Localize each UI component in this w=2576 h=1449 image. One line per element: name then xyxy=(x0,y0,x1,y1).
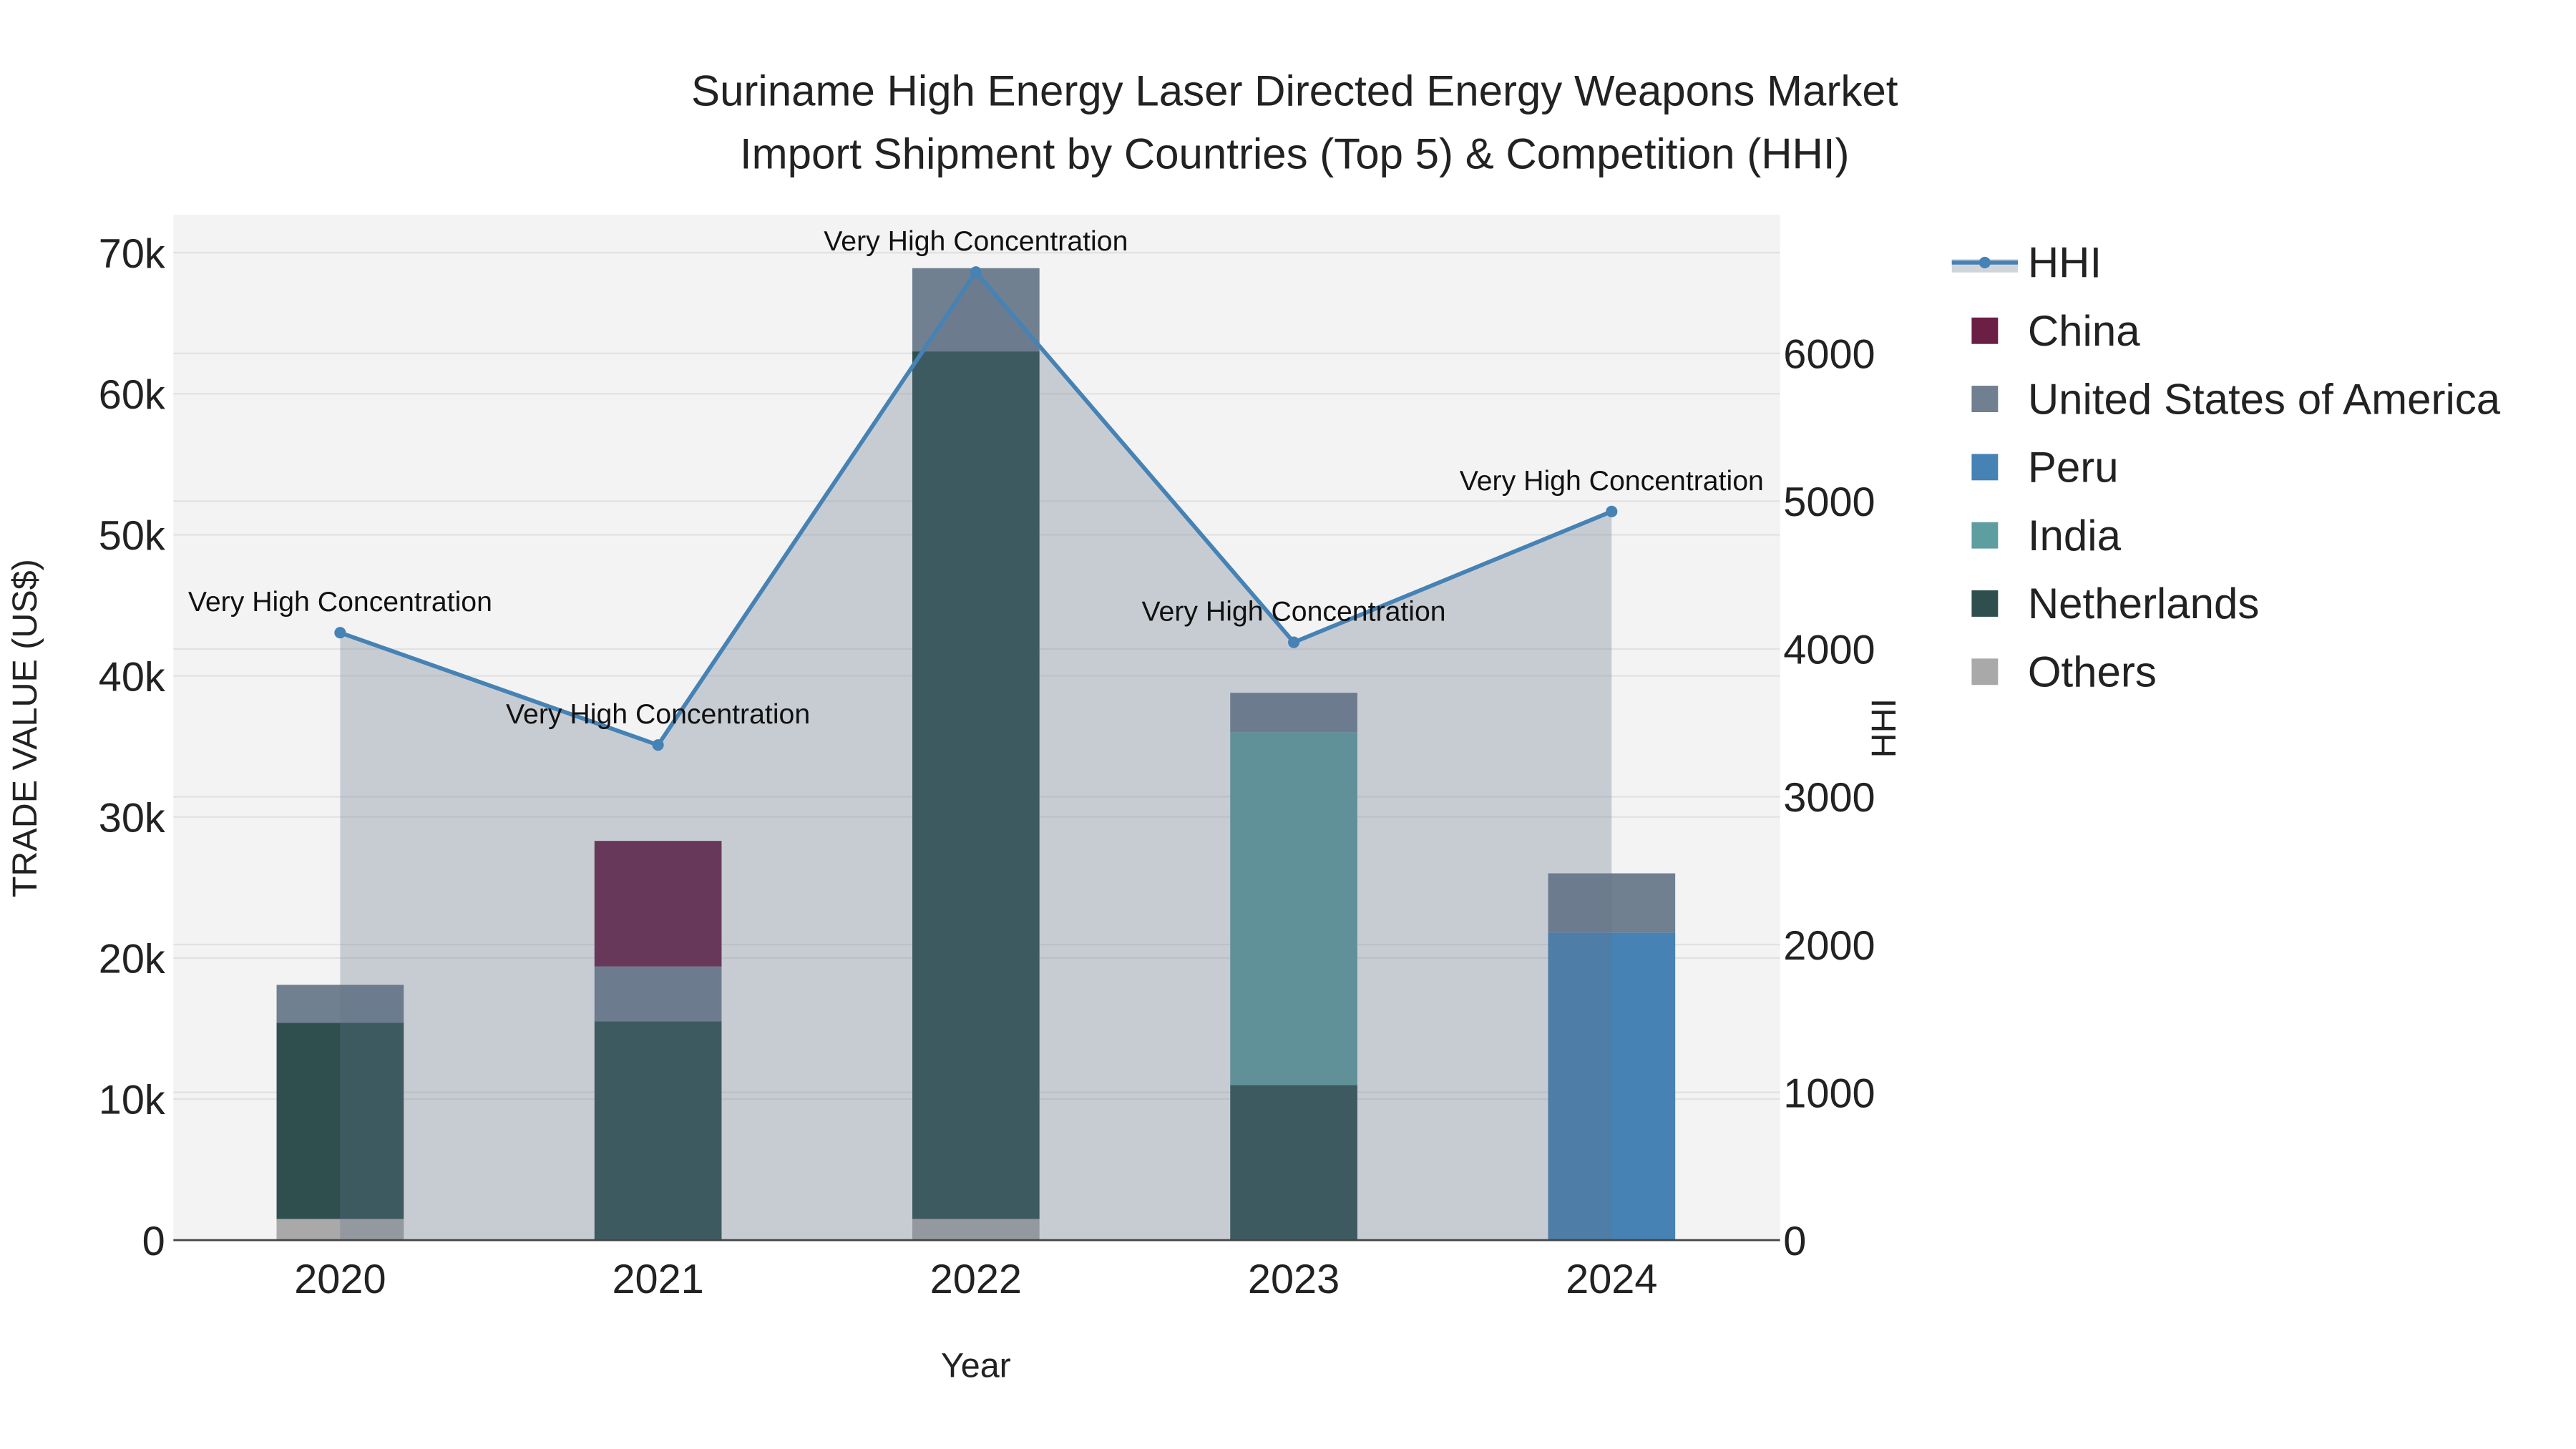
x-tick-label: 2024 xyxy=(1566,1257,1657,1302)
y-tick-label: 10k xyxy=(99,1078,165,1123)
y-tick-label: 40k xyxy=(99,654,165,700)
hhi-annotation: Very High Concentration xyxy=(506,698,810,730)
legend-label: Peru xyxy=(2028,444,2119,492)
x-tick-label: 2020 xyxy=(294,1257,386,1302)
hhi-point xyxy=(1288,636,1300,648)
legend-label: Netherlands xyxy=(2028,580,2260,628)
y-tick-label: 50k xyxy=(99,513,165,559)
legend-label: HHI xyxy=(2028,239,2102,287)
chart: Very High Concentration Very High Concent… xyxy=(6,67,2501,1385)
y2-tick-label: 0 xyxy=(1783,1219,1806,1264)
hhi-annotation: Very High Concentration xyxy=(824,225,1128,257)
legend-swatch xyxy=(1971,658,1999,686)
y2-tick-label: 1000 xyxy=(1783,1070,1875,1116)
y-tick-label: 0 xyxy=(142,1219,165,1264)
hhi-point xyxy=(334,627,346,639)
legend-label: India xyxy=(2028,512,2122,560)
legend-swatch xyxy=(1971,386,1999,412)
hhi-annotation: Very High Concentration xyxy=(1460,465,1764,497)
y2-axis-title: HHI xyxy=(1865,698,1903,758)
y2-tick-label: 3000 xyxy=(1783,775,1875,821)
hhi-annotation: Very High Concentration xyxy=(1142,596,1446,628)
legend-label: Others xyxy=(2028,648,2157,696)
hhi-point xyxy=(1606,505,1618,517)
legend-label: United States of America xyxy=(2028,375,2501,423)
legend-swatch xyxy=(1971,317,1999,344)
y2-tick-label: 6000 xyxy=(1783,332,1875,378)
legend-swatch xyxy=(1971,590,1999,617)
legend-swatch xyxy=(1971,454,1999,481)
y-tick-label: 60k xyxy=(99,372,165,418)
y-axis-title: TRADE VALUE (US$) xyxy=(6,559,44,897)
x-axis-title: Year xyxy=(941,1347,1011,1385)
chart-title-line-2: Import Shipment by Countries (Top 5) & C… xyxy=(740,130,1850,177)
legend-swatch xyxy=(1971,522,1999,549)
legend-label: China xyxy=(2028,307,2140,355)
chart-title-line-1: Suriname High Energy Laser Directed Ener… xyxy=(691,67,1898,115)
hhi-point xyxy=(652,739,664,751)
y-tick-label: 20k xyxy=(99,937,165,982)
y2-tick-label: 2000 xyxy=(1783,923,1875,969)
legend-hhi-marker xyxy=(1979,256,1991,268)
hhi-annotation: Very High Concentration xyxy=(188,586,492,618)
hhi-point xyxy=(970,266,982,278)
y-tick-label: 70k xyxy=(99,231,165,277)
y2-tick-label: 5000 xyxy=(1783,479,1875,525)
y-tick-label: 30k xyxy=(99,795,165,841)
y2-tick-label: 4000 xyxy=(1783,628,1875,673)
x-tick-label: 2023 xyxy=(1248,1257,1340,1302)
x-tick-label: 2021 xyxy=(612,1257,703,1302)
x-tick-label: 2022 xyxy=(930,1257,1022,1302)
